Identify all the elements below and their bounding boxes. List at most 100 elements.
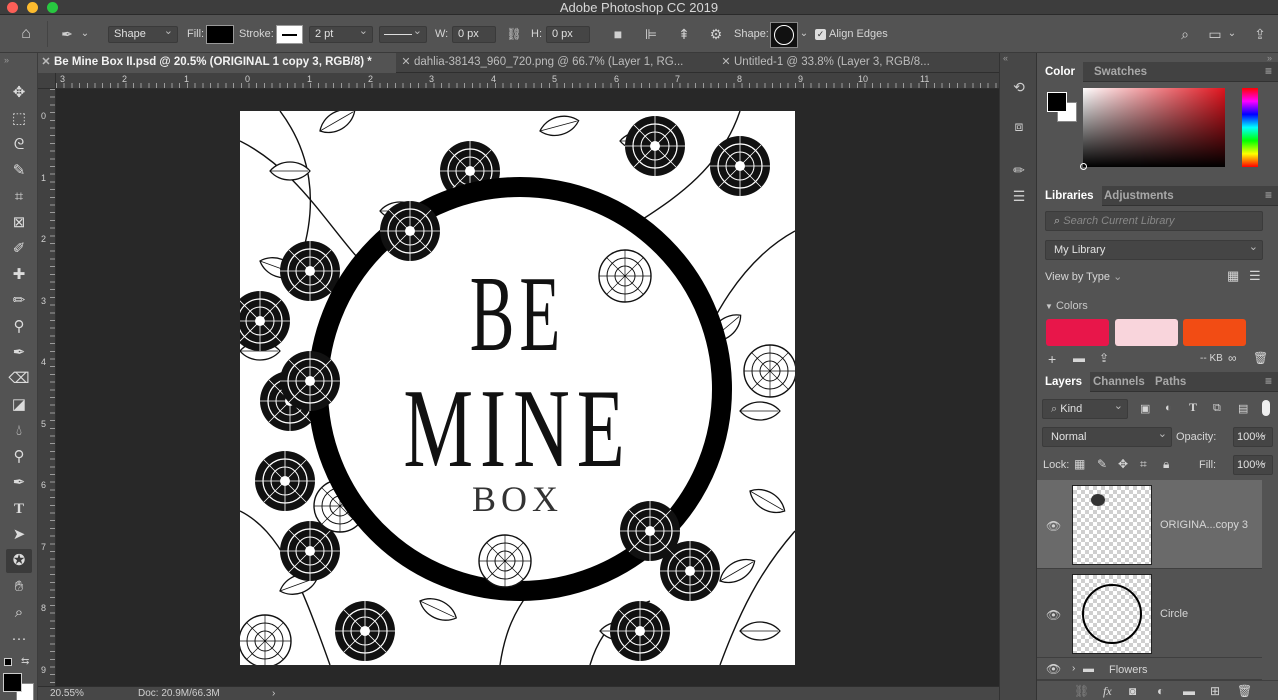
link-layers-icon[interactable]: ⛓	[1074, 684, 1089, 698]
3d-panel-icon[interactable]: ⧈	[1009, 116, 1029, 136]
layer-row-flowers-group[interactable]: 👁︎ › ▬ Flowers	[1037, 658, 1262, 680]
width-field[interactable]: 0 px	[452, 26, 496, 43]
filter-shape-icon[interactable]: ⧉	[1213, 402, 1221, 415]
frame-tool-icon[interactable]: ⊠	[6, 211, 32, 235]
layer-row-original-copy-3[interactable]: 👁︎ ORIGINA...copy 3	[1037, 480, 1262, 569]
freeform-pen-tool-preset-icon[interactable]: ✒	[58, 25, 76, 43]
list-view-icon[interactable]: ☰	[1249, 268, 1261, 284]
visibility-eye-icon[interactable]: 👁︎	[1046, 608, 1061, 622]
foreground-color-swatch[interactable]	[3, 673, 22, 692]
blend-mode-select[interactable]: Normal	[1042, 425, 1172, 447]
panel-menu-icon[interactable]: ≡	[1265, 374, 1272, 388]
collapse-toolbar-icon[interactable]: »	[4, 55, 9, 65]
foreground-color-swatch[interactable]	[1047, 92, 1067, 112]
grid-view-icon[interactable]: ▦	[1227, 268, 1239, 284]
ruler-origin[interactable]	[38, 73, 56, 89]
close-tab-icon[interactable]: ✕	[718, 53, 734, 72]
path-arrangement-icon[interactable]: ⇞	[675, 25, 693, 43]
gear-icon[interactable]: ⚙	[707, 25, 725, 43]
filter-smart-object-icon[interactable]: ▤	[1238, 402, 1248, 415]
shape-mode-select[interactable]: Shape	[108, 24, 178, 43]
paint-bucket-tool-icon[interactable]: ◪	[6, 393, 32, 417]
default-colors-icon[interactable]	[4, 658, 12, 666]
stroke-width-field[interactable]: 2 pt	[309, 24, 373, 43]
custom-shape-tool-icon[interactable]: ✪	[6, 549, 32, 573]
blur-tool-icon[interactable]: 💧︎	[6, 419, 32, 443]
tab-swatches[interactable]: Swatches	[1086, 62, 1155, 82]
upload-icon[interactable]: ⇪	[1099, 351, 1109, 365]
stroke-swatch[interactable]	[276, 25, 303, 44]
more-tools-icon[interactable]: ···	[6, 627, 32, 651]
tab-libraries[interactable]: Libraries	[1037, 186, 1102, 206]
align-edges-checkbox[interactable]: ✓	[815, 29, 826, 40]
pen-tool-icon[interactable]: ✒	[6, 471, 32, 495]
opacity-field[interactable]: 100%	[1233, 425, 1273, 447]
panel-menu-icon[interactable]: ≡	[1265, 64, 1272, 78]
tab-adjustments[interactable]: Adjustments	[1096, 186, 1182, 206]
folder-icon[interactable]: ▬	[1073, 351, 1085, 365]
panel-menu-icon[interactable]: ≡	[1265, 188, 1272, 202]
path-selection-tool-icon[interactable]: ➤	[6, 523, 32, 547]
marquee-tool-icon[interactable]: ⬚	[6, 107, 32, 131]
eyedropper-tool-icon[interactable]: ✐	[6, 237, 32, 261]
tab-untitled-1[interactable]: ✕ Untitled-1 @ 33.8% (Layer 3, RGB/8...	[718, 53, 999, 73]
brush-tool-icon[interactable]: ✏	[6, 289, 32, 313]
library-color-swatch[interactable]	[1183, 319, 1246, 346]
status-menu-arrow-icon[interactable]: ›	[272, 687, 275, 700]
stroke-type-select[interactable]	[379, 24, 427, 43]
layer-style-icon[interactable]: fx	[1103, 684, 1112, 699]
layer-row-circle[interactable]: 👁︎ Circle	[1037, 569, 1262, 658]
lasso-tool-icon[interactable]: ᘓ	[6, 133, 32, 157]
share-icon[interactable]: ⇪	[1251, 25, 1269, 43]
close-tab-icon[interactable]: ✕	[38, 53, 54, 72]
colors-section-header[interactable]: ▼ Colors	[1045, 300, 1088, 312]
lock-artboard-icon[interactable]: ⌗	[1140, 457, 1147, 472]
lock-position-icon[interactable]: ✥	[1118, 457, 1128, 471]
path-operations-icon[interactable]: ■	[609, 25, 627, 43]
crop-tool-icon[interactable]: ⌗	[6, 185, 32, 209]
fill-field[interactable]: 100%	[1233, 453, 1273, 475]
creative-cloud-icon[interactable]: ∞	[1228, 351, 1237, 365]
tab-layers[interactable]: Layers	[1037, 372, 1091, 392]
layer-mask-icon[interactable]: ◙	[1129, 684, 1136, 698]
eraser-tool-icon[interactable]: ⌫	[6, 367, 32, 391]
shape-picker-dropdown-icon[interactable]: ⌄	[799, 25, 809, 43]
library-select[interactable]: My Library	[1045, 238, 1263, 260]
home-icon[interactable]: ⌂	[17, 25, 35, 43]
color-field[interactable]	[1080, 88, 1225, 170]
quick-selection-tool-icon[interactable]: ✎	[6, 159, 32, 183]
history-brush-tool-icon[interactable]: ✒	[6, 341, 32, 365]
new-layer-icon[interactable]: ⊞	[1210, 684, 1220, 698]
library-search-input[interactable]: ⌕ Search Current Library	[1045, 211, 1263, 231]
library-color-swatch[interactable]	[1046, 319, 1109, 346]
lock-transparent-pixels-icon[interactable]: ▦	[1074, 457, 1085, 471]
lock-all-icon[interactable]: 🔒︎	[1163, 457, 1169, 472]
artboard[interactable]: BE MINE BOX	[240, 111, 795, 665]
horizontal-ruler[interactable]: 3 2 1 0 1 2 3 4 5 6 7 8 9 10 11	[56, 73, 999, 89]
properties-panel-icon[interactable]: ☰	[1009, 186, 1029, 206]
expand-group-chevron-icon[interactable]: ›	[1072, 663, 1075, 674]
trash-icon[interactable]: 🗑︎	[1237, 684, 1252, 698]
brush-settings-panel-icon[interactable]: ✏	[1009, 160, 1029, 180]
tab-be-mine-box[interactable]: ✕ Be Mine Box II.psd @ 20.5% (ORIGINAL 1 …	[38, 53, 396, 73]
tab-paths[interactable]: Paths	[1147, 372, 1194, 392]
zoom-level[interactable]: 20.55%	[50, 687, 84, 700]
type-tool-icon[interactable]: T	[6, 497, 32, 521]
filter-adjustment-icon[interactable]: ◐	[1165, 402, 1172, 414]
trash-icon[interactable]: 🗑︎	[1253, 351, 1268, 365]
move-tool-icon[interactable]: ✥	[6, 81, 32, 105]
height-field[interactable]: 0 px	[546, 26, 590, 43]
new-group-icon[interactable]: ▬	[1183, 684, 1195, 698]
layer-filter-kind-select[interactable]: ⌕ Kind	[1042, 397, 1128, 419]
hand-tool-icon[interactable]: ✋︎	[6, 575, 32, 599]
close-tab-icon[interactable]: ✕	[398, 53, 414, 72]
hue-slider[interactable]	[1242, 88, 1258, 167]
canvas-area[interactable]: BE MINE BOX	[56, 89, 999, 686]
view-by-type-select[interactable]: View by Type ⌄	[1045, 270, 1122, 283]
vertical-ruler[interactable]: 0 1 2 3 4 5 6 7 8 9	[38, 89, 56, 686]
tool-preset-dropdown-icon[interactable]: ⌄	[80, 25, 90, 43]
dodge-tool-icon[interactable]: ⚲	[6, 445, 32, 469]
tab-color[interactable]: Color	[1037, 62, 1084, 82]
filter-toggle[interactable]	[1262, 400, 1270, 416]
filter-pixel-icon[interactable]: ▣	[1140, 402, 1150, 415]
